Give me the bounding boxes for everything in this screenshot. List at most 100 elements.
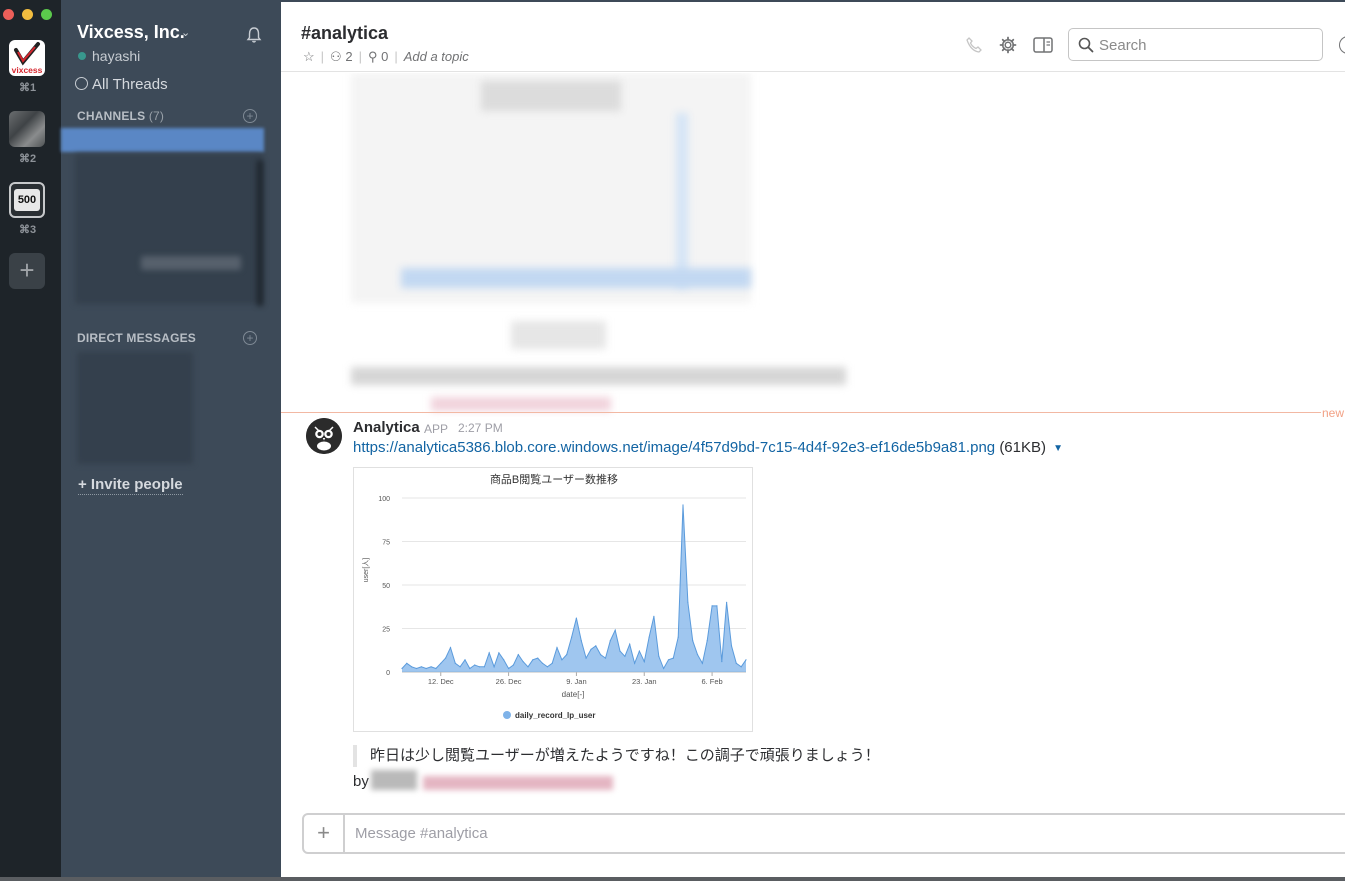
app-badge: APP: [424, 422, 449, 436]
chart-data-point: [440, 662, 442, 664]
message-sender[interactable]: Analytica: [353, 419, 420, 436]
chart-data-point: [537, 657, 539, 659]
members-icon[interactable]: ⚇: [330, 49, 345, 64]
dm-section-header[interactable]: DIRECT MESSAGES: [77, 331, 196, 345]
member-count[interactable]: 2: [345, 49, 352, 64]
blurred-channel-list[interactable]: [75, 154, 263, 304]
blurred-image-spike: [676, 113, 688, 288]
message-timestamp[interactable]: 2:27 PM: [458, 421, 503, 435]
bell-icon[interactable]: [245, 26, 263, 44]
chart-data-point: [706, 640, 708, 642]
attach-plus-button[interactable]: +: [304, 815, 345, 852]
close-window-button[interactable]: [3, 9, 14, 20]
pin-icon[interactable]: ⚲: [368, 49, 381, 64]
sidebar-item-active-channel[interactable]: [61, 128, 264, 152]
zoom-window-button[interactable]: [41, 9, 52, 20]
invite-people-link[interactable]: + Invite people: [78, 476, 183, 495]
team-name[interactable]: Vixcess, Inc.: [77, 22, 185, 43]
chart-x-axis-label: date[-]: [562, 690, 585, 699]
add-channel-button[interactable]: +: [243, 109, 257, 123]
chart-data-point: [745, 659, 747, 661]
chart-image[interactable]: 商品B閲覧ユーザー数推移 0 25 50 75 100 12. Dec 26. Dec 9.…: [353, 467, 753, 732]
avatar[interactable]: [306, 418, 342, 454]
chart-x-tick-label: 26. Dec: [496, 677, 522, 686]
chart-data-point: [449, 647, 452, 649]
workspace-shortcut-2: ⌘2: [18, 153, 37, 165]
caret-down-icon[interactable]: ▼: [1053, 443, 1063, 454]
chart-legend-marker: [503, 711, 511, 719]
channel-title[interactable]: #analytica: [301, 23, 388, 44]
channels-section-header[interactable]: CHANNELS (7): [77, 109, 164, 123]
chart-data-point: [498, 652, 500, 654]
blurred-author-name: [371, 770, 417, 790]
chart-svg: 商品B閲覧ユーザー数推移 0 25 50 75 100 12. Dec 26. Dec 9.…: [362, 472, 747, 720]
chart-data-point: [600, 654, 602, 656]
blurred-image-legend: [511, 321, 606, 349]
chart-data-point: [406, 662, 408, 664]
message-quote: 昨日は少し閲覧ユーザーが増えたようですね！この調子で頑張りましょう！: [353, 745, 880, 767]
blurred-author-link[interactable]: [423, 776, 613, 790]
chart-data-point: [634, 662, 636, 664]
workspace-2[interactable]: [9, 111, 45, 147]
chart-data-point: [459, 666, 461, 668]
chart-data-point: [716, 605, 718, 607]
gear-icon[interactable]: [999, 36, 1017, 54]
mentions-icon[interactable]: [1339, 36, 1345, 54]
blurred-dm-list[interactable]: [77, 352, 193, 464]
pin-count[interactable]: 0: [381, 49, 388, 64]
chart-data-point: [575, 617, 577, 619]
chart-data-point: [503, 659, 505, 661]
add-workspace-button[interactable]: +: [9, 253, 45, 289]
chart-data-point: [415, 667, 418, 670]
workspace-3-logo-text: 500: [14, 189, 40, 211]
details-panel-icon[interactable]: [1033, 36, 1053, 54]
current-username[interactable]: hayashi: [92, 48, 140, 64]
chart-data-point: [527, 666, 529, 668]
vixcess-logo-text: vixcess: [12, 65, 43, 75]
owl-icon: [306, 418, 342, 454]
chart-data-point: [595, 645, 597, 647]
chart-data-point: [629, 643, 631, 645]
message-list[interactable]: new Analytica APP 2:27 PM https://analyt…: [281, 73, 1345, 810]
chart-data-point: [580, 640, 582, 642]
channel-meta: ☆ | ⚇ 2 | ⚲ 0 | Add a topic: [303, 49, 469, 64]
chart-x-tick-label: 23. Jan: [632, 677, 657, 686]
add-dm-button[interactable]: +: [243, 331, 257, 345]
message-composer[interactable]: + Message #analytica: [302, 813, 1345, 854]
search-icon: [1078, 37, 1094, 53]
workspace-shortcut-1: ⌘1: [18, 82, 37, 94]
chart-data-point: [638, 650, 640, 652]
chart-data-point: [687, 601, 689, 603]
star-icon[interactable]: ☆: [303, 49, 315, 64]
blurred-channel-item[interactable]: [141, 256, 241, 270]
chart-data-point: [590, 648, 592, 650]
chart-title: 商品B閲覧ユーザー数推移: [490, 472, 618, 486]
vixcess-logo-icon: vixcess: [12, 42, 43, 75]
message-input[interactable]: Message #analytica: [355, 825, 488, 842]
search-input[interactable]: Search: [1068, 28, 1323, 61]
chart-y-tick-label: 50: [382, 583, 390, 590]
workspace-shortcut-3: ⌘3: [18, 224, 37, 236]
chart-data-point: [643, 661, 645, 663]
sidebar-scrollbar[interactable]: [257, 160, 263, 306]
phone-icon[interactable]: [965, 36, 983, 54]
minimize-window-button[interactable]: [22, 9, 33, 20]
chart-data-point: [677, 636, 679, 638]
sidebar-item-all-threads[interactable]: All Threads: [75, 76, 168, 93]
chart-data-point: [711, 605, 713, 607]
chart-data-point: [701, 662, 703, 664]
workspace-vixcess[interactable]: vixcess: [9, 40, 45, 76]
chart-data-point: [411, 666, 413, 668]
chart-x-tick-label: 9. Jan: [566, 677, 586, 686]
channels-label: CHANNELS: [77, 109, 146, 123]
add-topic-link[interactable]: Add a topic: [404, 49, 469, 64]
image-link[interactable]: https://analytica5386.blob.core.windows.…: [353, 439, 995, 456]
chart-data-point: [614, 629, 616, 631]
chart-data-point: [551, 662, 553, 664]
search-placeholder: Search: [1099, 37, 1147, 54]
chevron-down-icon[interactable]: ⌄: [181, 26, 190, 39]
chart-data-point: [735, 662, 737, 664]
chart-y-tick-label: 75: [382, 540, 390, 547]
workspace-3[interactable]: 500: [9, 182, 45, 218]
new-messages-label: new: [1322, 406, 1345, 420]
